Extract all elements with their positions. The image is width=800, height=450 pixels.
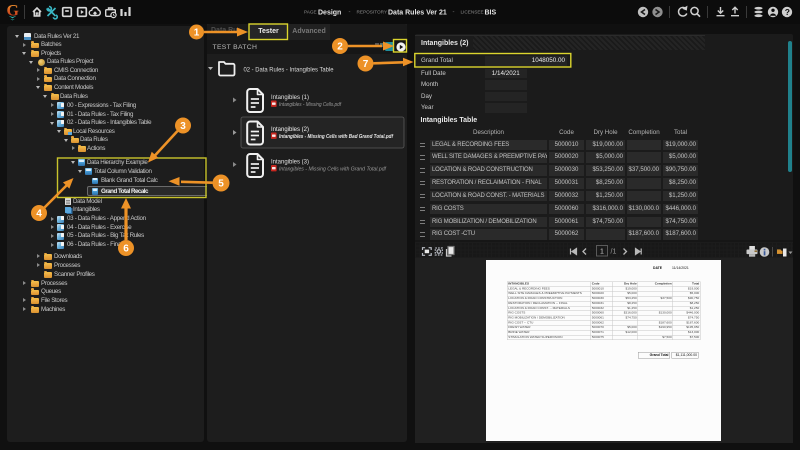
svg-text:?: ?	[785, 7, 790, 17]
svg-text:Intangibles - Missing Cells.pd: Intangibles - Missing Cells.pdf	[279, 102, 341, 108]
svg-text:-: -	[453, 10, 455, 16]
svg-text:-: -	[349, 10, 351, 16]
svg-text:Intangibles (2): Intangibles (2)	[271, 126, 309, 133]
svg-text:PAGE: PAGE	[304, 10, 317, 15]
svg-text:BIS: BIS	[485, 10, 497, 17]
svg-text:LICENSEE: LICENSEE	[461, 10, 484, 15]
svg-text:Intangibles (1): Intangibles (1)	[271, 94, 309, 101]
svg-text:02 - Data Rules - Intangibles: 02 - Data Rules - Intangibles Table	[244, 67, 334, 74]
svg-text:Design: Design	[318, 10, 341, 17]
svg-text:1: 1	[600, 249, 604, 256]
svg-text:Intangibles - Missing Cells wi: Intangibles - Missing Cells with Bad Gra…	[279, 134, 394, 140]
svg-text:Intangibles (3): Intangibles (3)	[271, 159, 309, 166]
svg-text:REPOSITORY: REPOSITORY	[357, 10, 388, 15]
svg-text:Data Rules Ver 21: Data Rules Ver 21	[388, 10, 447, 17]
svg-text:Intangibles - Missing Cells wi: Intangibles - Missing Cells with Grand T…	[279, 167, 386, 173]
svg-text:/1: /1	[610, 249, 616, 256]
